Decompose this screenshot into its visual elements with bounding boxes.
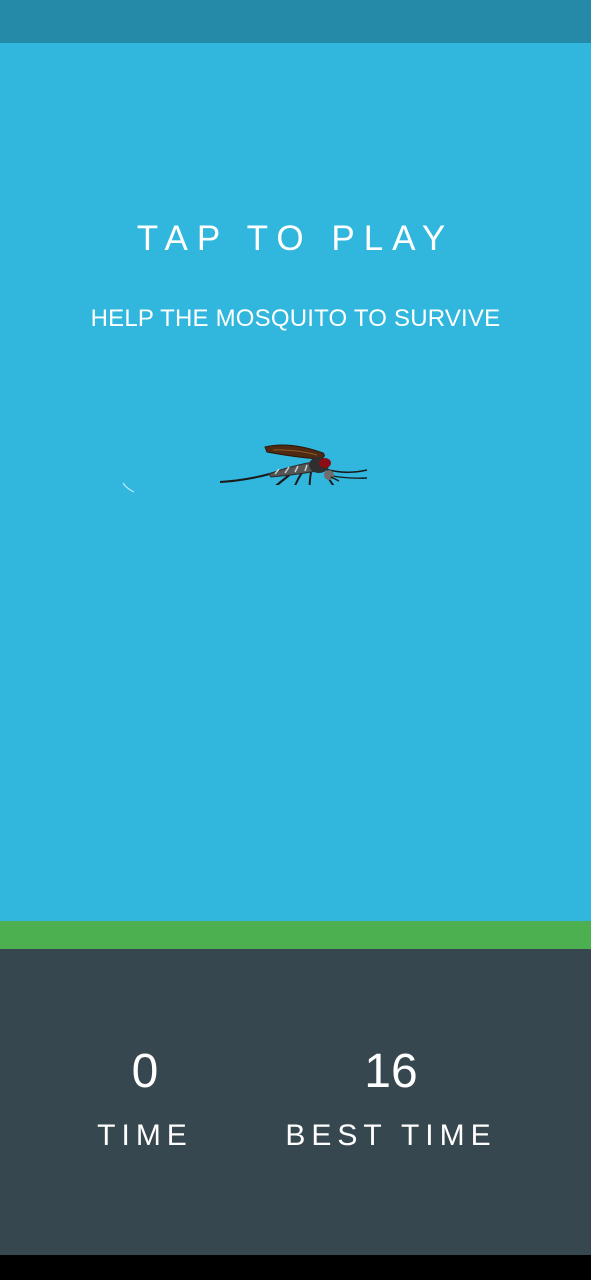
tap-to-play-title[interactable]: TAP TO PLAY: [0, 219, 591, 259]
time-label: TIME: [97, 1119, 193, 1152]
ground-strip: [0, 921, 591, 949]
time-value: 0: [131, 1045, 159, 1098]
mosquito-icon[interactable]: [215, 395, 375, 485]
motion-streak-icon: [122, 482, 135, 493]
game-screen: TAP TO PLAY HELP THE MOSQUITO TO SURVIVE…: [0, 0, 591, 1280]
best-time-label: BEST TIME: [285, 1119, 497, 1152]
best-time-value: 16: [364, 1045, 418, 1098]
navigation-bar: [0, 1255, 591, 1280]
status-bar: [0, 0, 591, 43]
game-subtitle: HELP THE MOSQUITO TO SURVIVE: [90, 305, 501, 332]
time-stat: 0 TIME: [15, 1041, 275, 1153]
score-panel: 0 TIME 16 BEST TIME: [0, 949, 591, 1255]
best-time-stat: 16 BEST TIME: [261, 1041, 521, 1153]
